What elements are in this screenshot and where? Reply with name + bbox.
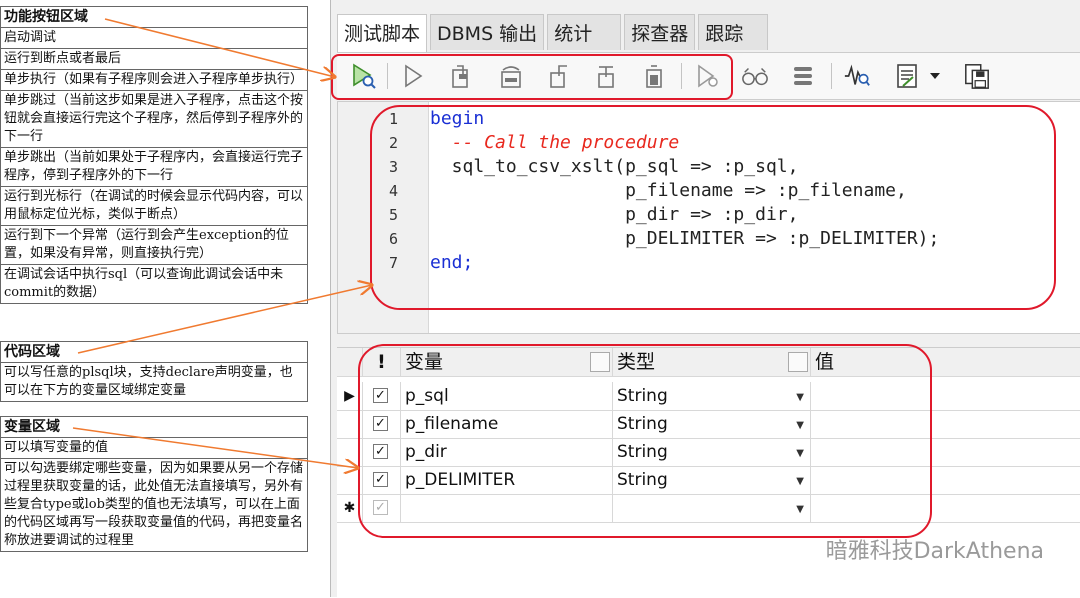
arrow-function-area [104,18,335,77]
annotation-arrows [72,18,1080,597]
arrow-variable-area [72,427,358,468]
arrow-code-area [77,285,372,354]
watermark: 暗雅科技DarkAthena [825,539,1044,564]
